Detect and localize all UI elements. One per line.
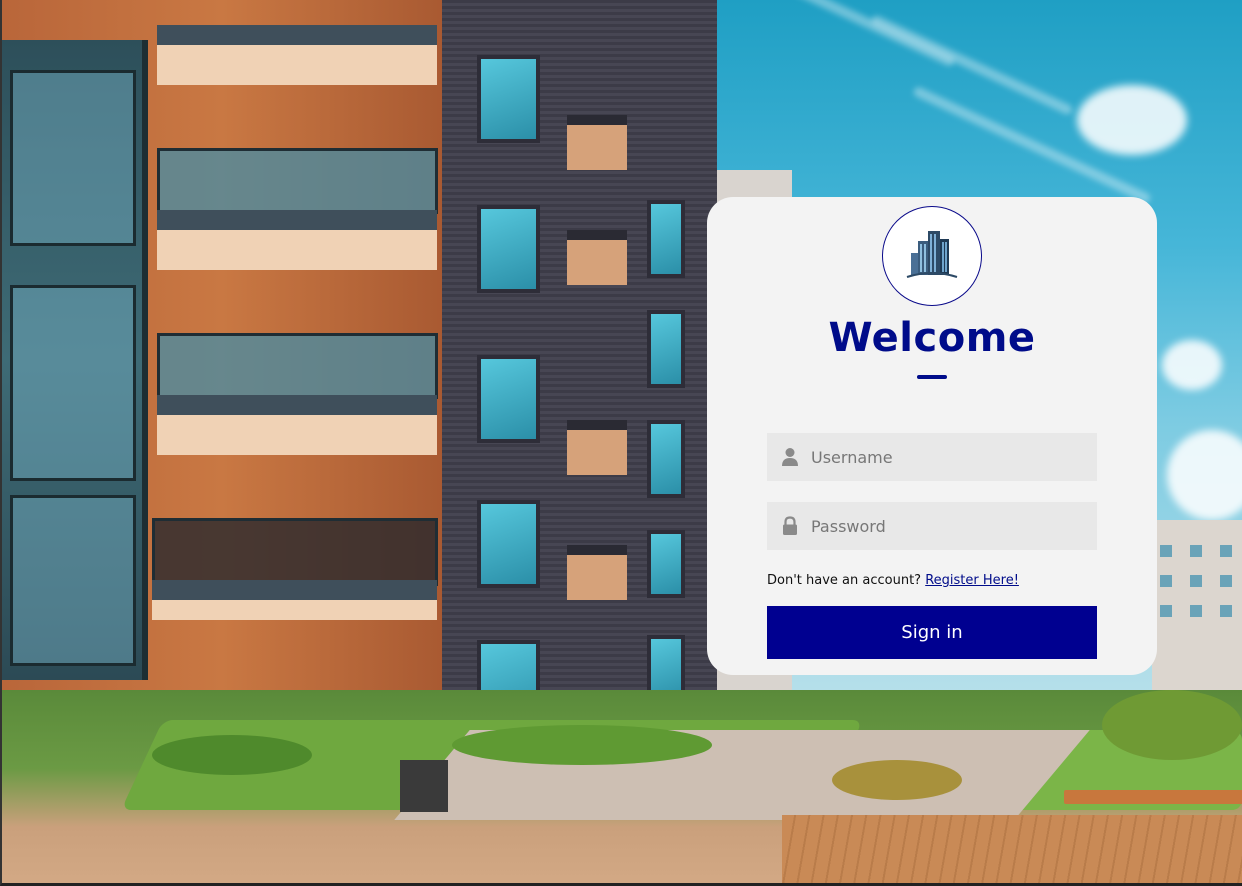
balcony-rail: [152, 518, 438, 586]
balcony-rail: [157, 148, 438, 214]
trash-bin: [400, 760, 448, 812]
register-prompt-row: Don't have an account? Register Here!: [767, 573, 1019, 588]
glass-wall: [2, 40, 148, 680]
window: [477, 205, 540, 293]
shrub: [152, 735, 312, 775]
login-card: Welcome Don't have an account? Register …: [707, 197, 1157, 675]
window: [647, 200, 685, 278]
balcony: [567, 545, 627, 600]
balcony: [567, 230, 627, 285]
balcony: [152, 580, 437, 620]
welcome-title: Welcome: [828, 315, 1036, 361]
cloud: [1162, 340, 1222, 390]
user-icon: [781, 447, 799, 467]
register-prompt: Don't have an account?: [767, 573, 922, 588]
building-logo-icon: [882, 206, 982, 306]
cloud: [1077, 85, 1187, 155]
window: [477, 355, 540, 443]
balcony: [157, 25, 437, 85]
window: [477, 500, 540, 588]
title-underline: [917, 375, 947, 379]
wooden-deck: [782, 815, 1242, 883]
password-field[interactable]: [767, 502, 1097, 550]
sign-in-button[interactable]: Sign in: [767, 606, 1097, 659]
username-field[interactable]: [767, 433, 1097, 481]
balcony: [157, 395, 437, 455]
bench: [1064, 790, 1242, 804]
register-link[interactable]: Register Here!: [925, 573, 1019, 588]
shrub: [452, 725, 712, 765]
window: [647, 310, 685, 388]
window: [477, 55, 540, 143]
building-logo-icon-graphic: [906, 231, 958, 278]
balcony: [157, 210, 437, 270]
password-input[interactable]: [811, 502, 1091, 550]
balcony: [567, 420, 627, 475]
shrub: [832, 760, 962, 800]
window: [647, 420, 685, 498]
lock-icon: [781, 516, 799, 536]
username-input[interactable]: [811, 433, 1091, 481]
shrub: [1102, 690, 1242, 760]
building-tower: [432, 0, 717, 728]
window: [647, 530, 685, 598]
background-building: [1152, 520, 1242, 700]
balcony: [567, 115, 627, 170]
balcony-rail: [157, 333, 438, 399]
